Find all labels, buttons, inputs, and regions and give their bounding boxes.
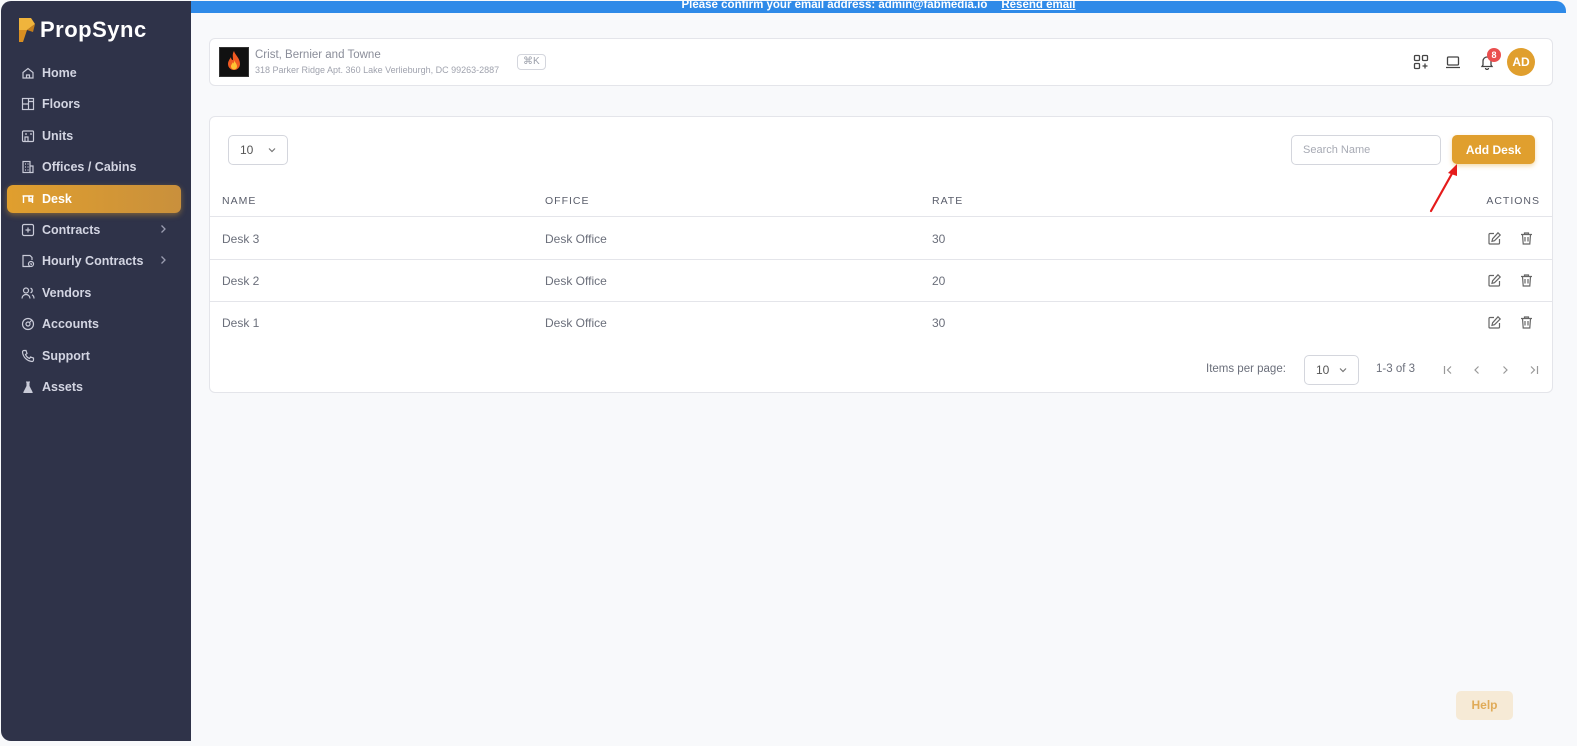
office-cell: Desk Office: [545, 274, 607, 288]
sidebar-item-label: Offices / Cabins: [42, 160, 137, 175]
trash-icon[interactable]: [1519, 315, 1534, 330]
sidebar-item-contracts[interactable]: Contracts: [7, 216, 181, 244]
sidebar-item-vendors[interactable]: Vendors: [7, 279, 181, 307]
command-shortcut-hint[interactable]: ⌘K: [517, 54, 546, 70]
chevron-down-icon: [1339, 368, 1347, 373]
first-page-icon[interactable]: [1440, 362, 1456, 378]
items-per-page-select[interactable]: 10: [1304, 355, 1359, 385]
sidebar-item-label: Home: [42, 66, 77, 80]
apps-grid-icon[interactable]: [1412, 53, 1430, 71]
sidebar-item-assets[interactable]: Assets: [7, 373, 181, 401]
chevron-down-icon: [268, 148, 276, 153]
hourly-contracts-icon: [21, 254, 35, 268]
flask-icon: [21, 380, 35, 394]
sidebar-item-label: Assets: [42, 379, 83, 394]
page-size-value: 10: [240, 143, 254, 157]
items-per-page-value: 10: [1316, 363, 1330, 377]
rate-cell: 30: [932, 232, 946, 246]
trash-icon[interactable]: [1519, 273, 1534, 288]
sidebar-item-units[interactable]: Units: [7, 122, 181, 150]
edit-icon[interactable]: [1487, 273, 1502, 288]
trash-icon[interactable]: [1519, 231, 1534, 246]
sidebar-item-support[interactable]: Support: [7, 342, 181, 370]
sidebar-nav: Home Floors Units Offices / Cabins Desk …: [7, 59, 181, 404]
vendors-icon: [21, 286, 35, 300]
office-building-icon: [21, 160, 35, 174]
rate-cell: 30: [932, 316, 946, 330]
edit-icon[interactable]: [1487, 231, 1502, 246]
table-header: NAME OFFICE RATE ACTIONS: [210, 187, 1552, 217]
org-logo[interactable]: [219, 47, 249, 77]
laptop-icon[interactable]: [1444, 53, 1462, 71]
desk-list-card: 10 Add Desk NAME OFFICE RATE ACTIONS Des…: [209, 116, 1553, 393]
app-window: PropSync Home Floors Units Offices / Cab…: [1, 1, 1566, 741]
sidebar-item-label: Contracts: [42, 222, 101, 237]
floors-icon: [21, 97, 35, 111]
annotation-arrow-icon: [1429, 164, 1457, 213]
office-cell: Desk Office: [545, 232, 607, 246]
sidebar-item-offices-cabins[interactable]: Offices / Cabins: [7, 153, 181, 181]
sidebar-item-label: Units: [42, 128, 74, 143]
office-cell: Desk Office: [545, 316, 607, 330]
items-per-page-label: Items per page:: [1206, 363, 1286, 375]
sidebar-item-desk[interactable]: Desk: [7, 184, 181, 213]
user-avatar[interactable]: AD: [1507, 48, 1535, 76]
previous-page-icon[interactable]: [1469, 362, 1485, 378]
resend-email-link[interactable]: Resend email: [1001, 1, 1075, 11]
help-button[interactable]: Help: [1456, 691, 1513, 720]
sidebar-item-label: Accounts: [42, 317, 99, 332]
contracts-icon: [21, 223, 35, 237]
page-size-select[interactable]: 10: [228, 135, 288, 165]
edit-icon[interactable]: [1487, 315, 1502, 330]
propsync-logo-icon: [19, 18, 35, 42]
sidebar-item-label: Vendors: [42, 285, 92, 300]
column-header-name: NAME: [222, 195, 257, 207]
fire-icon: [228, 51, 240, 70]
sidebar-item-home[interactable]: Home: [7, 59, 181, 87]
email-confirm-banner: Please confirm your email address: admin…: [191, 1, 1566, 13]
chevron-right-icon: [161, 256, 166, 265]
sidebar-item-label: Support: [42, 348, 90, 363]
column-header-actions: ACTIONS: [1486, 195, 1540, 207]
phone-icon: [21, 349, 35, 363]
sidebar-item-hourly-contracts[interactable]: Hourly Contracts: [7, 247, 181, 275]
desk-name-cell: Desk 3: [222, 232, 260, 246]
rate-cell: 20: [932, 274, 946, 288]
top-header: Crist, Bernier and Towne 318 Parker Ridg…: [209, 38, 1553, 86]
sidebar: PropSync Home Floors Units Offices / Cab…: [1, 1, 191, 741]
sidebar-item-label: Floors: [42, 97, 81, 112]
chevron-right-icon: [161, 224, 166, 233]
units-icon: [21, 129, 35, 143]
desk-name-cell: Desk 1: [222, 316, 260, 330]
sidebar-item-label: Hourly Contracts: [42, 254, 144, 269]
last-page-icon[interactable]: [1526, 362, 1542, 378]
table-row: Desk 2 Desk Office 20: [210, 260, 1552, 302]
sidebar-item-label: Desk: [42, 191, 72, 206]
search-name-input[interactable]: [1291, 135, 1441, 165]
next-page-icon[interactable]: [1497, 362, 1513, 378]
home-icon: [21, 66, 35, 80]
sidebar-item-accounts[interactable]: Accounts: [7, 310, 181, 338]
sidebar-item-floors[interactable]: Floors: [7, 90, 181, 118]
column-header-office: OFFICE: [545, 195, 590, 207]
notification-count-badge: 8: [1487, 48, 1501, 62]
org-name[interactable]: Crist, Bernier and Towne: [255, 49, 381, 61]
add-desk-button[interactable]: Add Desk: [1452, 135, 1535, 164]
app-name: PropSync: [40, 17, 147, 42]
table-row: Desk 1 Desk Office 30: [210, 302, 1552, 344]
banner-message: Please confirm your email address: admin…: [681, 1, 988, 11]
org-address: 318 Parker Ridge Apt. 360 Lake Verliebur…: [255, 65, 500, 75]
desk-icon: [21, 192, 35, 206]
desk-name-cell: Desk 2: [222, 274, 260, 288]
accounts-icon: [21, 317, 35, 331]
pagination-range: 1-3 of 3: [1376, 363, 1415, 375]
column-header-rate: RATE: [932, 195, 964, 207]
app-logo[interactable]: PropSync: [17, 15, 147, 45]
table-row: Desk 3 Desk Office 30: [210, 218, 1552, 260]
